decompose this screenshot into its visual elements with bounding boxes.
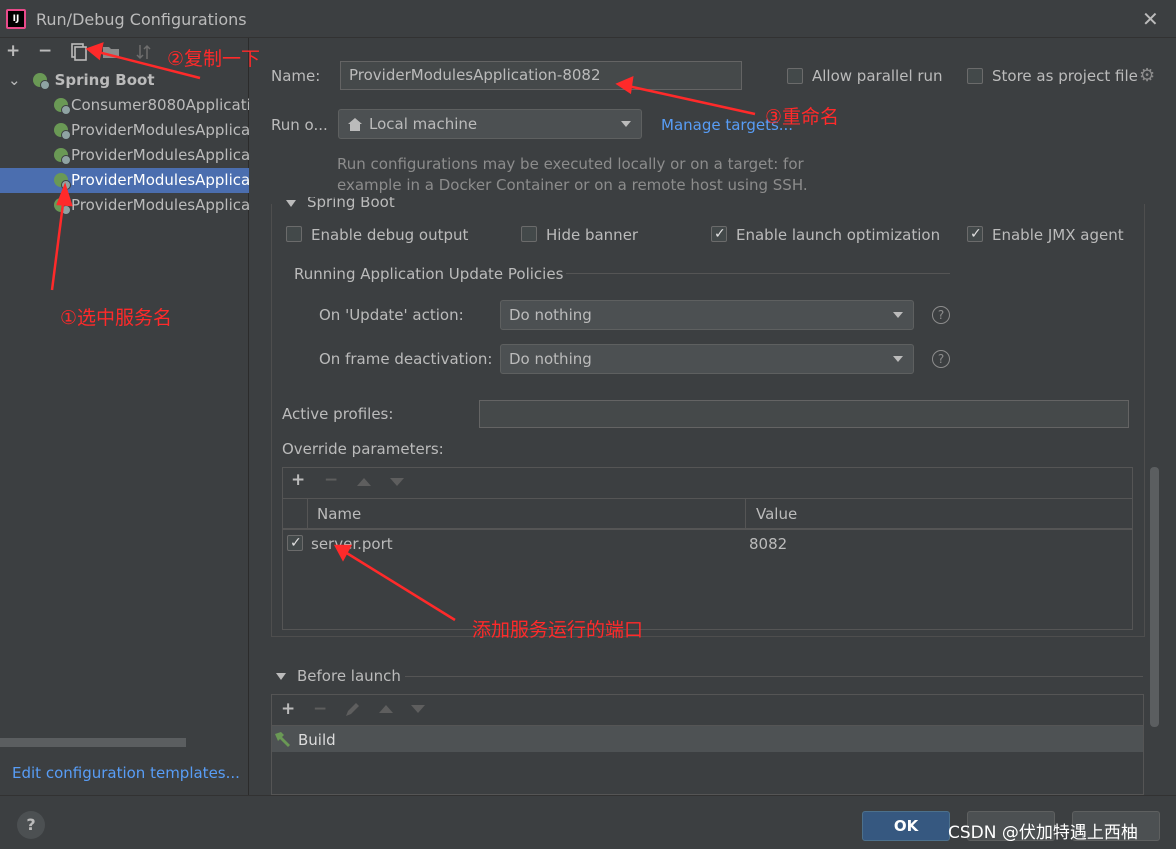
annotation-select-service: ①选中服务名	[60, 307, 173, 329]
annotation-add-port: 添加服务运行的端口	[472, 619, 644, 641]
annotation-arrows	[50, 42, 756, 622]
annotation-rename: ③重命名	[765, 106, 840, 128]
annotation-copy: ②复制一下	[167, 48, 261, 70]
csdn-watermark: CSDN @伏加特遇上西柚	[948, 823, 1138, 843]
